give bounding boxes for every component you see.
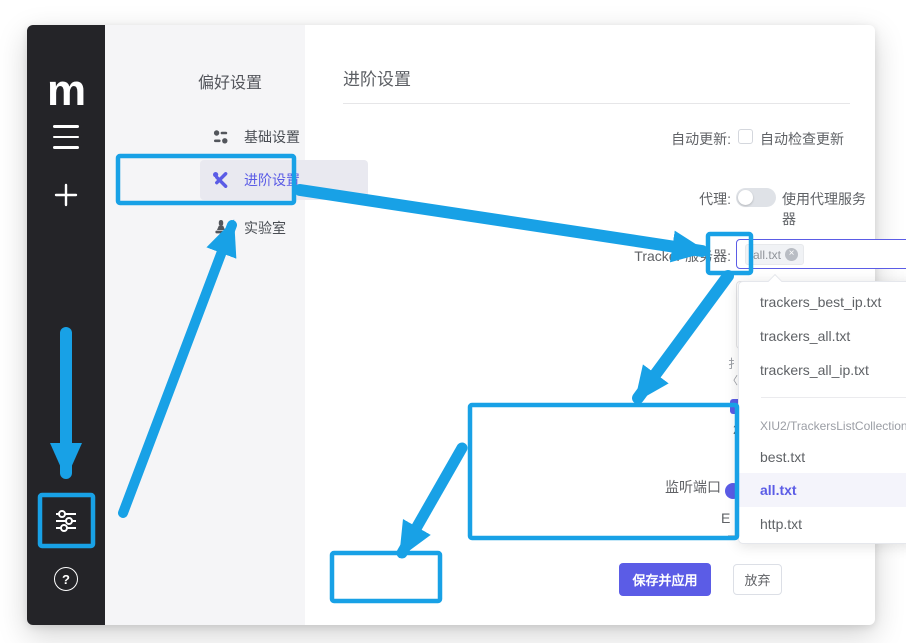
dropdown-item[interactable]: trackers_all_ip.txt	[739, 353, 906, 387]
panel-title: 偏好设置	[198, 69, 262, 93]
save-and-apply-button[interactable]: 保存并应用	[619, 563, 711, 596]
auto-update-label: 自动更新:	[571, 129, 731, 149]
dropdown-item[interactable]: http.txt	[739, 507, 906, 541]
motrix-preferences-window: m ? 偏好设置	[27, 25, 875, 625]
dropdown-divider	[761, 397, 906, 398]
lab-icon	[212, 219, 230, 237]
dropdown-item[interactable]: best.txt	[739, 440, 906, 474]
preferences-panel: 偏好设置 基础设置 进阶设置	[105, 25, 305, 625]
page-title: 进阶设置	[343, 65, 411, 90]
hidden-letter-fragment: E	[721, 510, 730, 526]
screenshot-root: m ? 偏好设置	[0, 0, 906, 643]
proxy-toggle-label: 使用代理服务器	[782, 189, 875, 229]
add-task-icon[interactable]	[27, 179, 105, 211]
tag-close-icon[interactable]: ×	[785, 248, 798, 261]
preferences-icon[interactable]	[27, 505, 105, 537]
advanced-settings-icon	[212, 171, 230, 189]
sidebar-item-label: 进阶设置	[244, 170, 300, 190]
basic-settings-icon	[212, 128, 230, 146]
motrix-logo: m	[27, 69, 105, 113]
title-divider	[343, 103, 850, 104]
dropdown-group-label: XIU2/TrackersListCollection	[760, 416, 906, 436]
auto-update-checkbox[interactable]	[738, 129, 753, 144]
task-list-icon[interactable]	[27, 121, 105, 153]
nav-rail: m ?	[27, 25, 105, 625]
tracker-dropdown: trackers_best_ip.txt trackers_all.txt tr…	[738, 281, 906, 544]
hidden-mark	[728, 535, 737, 537]
tracker-select-input[interactable]: all.txt ×	[736, 239, 906, 269]
proxy-toggle[interactable]	[736, 188, 776, 207]
advanced-settings-page: ✕ 进阶设置 自动更新: 自动检查更新 代理: 使用代理服务器 Tracker …	[305, 25, 875, 625]
tracker-tag: all.txt ×	[745, 244, 804, 265]
auto-update-checkbox-label: 自动检查更新	[760, 129, 844, 149]
sidebar-item-label: 基础设置	[244, 127, 300, 147]
help-icon[interactable]: ?	[27, 566, 105, 592]
dropdown-item[interactable]: trackers_all.txt	[739, 319, 906, 353]
dropdown-item-selected[interactable]: all.txt	[739, 473, 906, 507]
proxy-label: 代理:	[571, 189, 731, 209]
dropdown-item[interactable]: trackers_best_ip.txt	[739, 285, 906, 319]
discard-button[interactable]: 放弃	[733, 564, 782, 595]
sidebar-item-label: 实验室	[244, 218, 286, 238]
tracker-label: Tracker 服务器:	[571, 246, 731, 266]
listen-port-label: 监听端口	[561, 477, 721, 497]
hidden-caption-fragment-2: 〈	[727, 372, 738, 388]
